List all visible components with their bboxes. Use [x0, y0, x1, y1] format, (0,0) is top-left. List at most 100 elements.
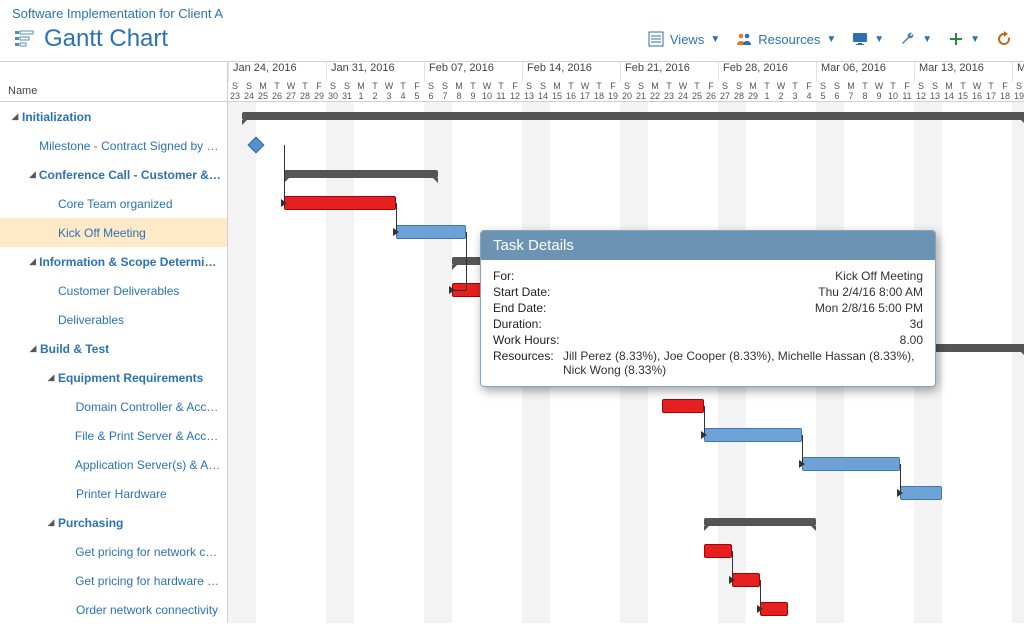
day-cell: T17	[984, 82, 998, 102]
day-cell: S20	[620, 82, 634, 102]
breadcrumb[interactable]: Software Implementation for Client A	[0, 0, 1024, 23]
day-cell: T11	[494, 82, 508, 102]
day-cell: S6	[830, 82, 844, 102]
gantt-summary-bar[interactable]	[242, 112, 1024, 120]
gantt-task-bar[interactable]	[802, 457, 900, 471]
week-label: Jan 24, 2016	[228, 62, 326, 82]
tooltip-end-val: Mon 2/8/16 5:00 PM	[815, 301, 923, 315]
views-label: Views	[670, 32, 704, 47]
gantt-chart-pane[interactable]: Jan 24, 2016Jan 31, 2016Feb 07, 2016Feb …	[228, 62, 1024, 623]
tooltip-title: Task Details	[481, 231, 935, 260]
task-label: Printer Hardware	[76, 487, 167, 501]
task-row[interactable]: ◢Build & Test	[0, 334, 227, 363]
views-menu[interactable]: Views ▼	[648, 31, 720, 47]
task-row[interactable]: ◢Purchasing	[0, 508, 227, 537]
day-cell: S13	[928, 82, 942, 102]
day-cell: T10	[886, 82, 900, 102]
gantt-task-bar[interactable]	[396, 225, 466, 239]
collapse-toggle-icon[interactable]: ◢	[28, 169, 37, 180]
gantt-summary-bar[interactable]	[284, 170, 438, 178]
task-label: Purchasing	[58, 516, 123, 530]
gantt-task-bar[interactable]	[760, 602, 788, 616]
day-cell: M1	[354, 82, 368, 102]
task-row[interactable]: File & Print Server & Accesso...	[0, 421, 227, 450]
day-cell: S13	[522, 82, 536, 102]
day-cell: F18	[998, 82, 1012, 102]
task-row[interactable]: ◢Equipment Requirements	[0, 363, 227, 392]
task-row[interactable]: ◢Initialization	[0, 102, 227, 131]
task-row[interactable]: Domain Controller & Acces...	[0, 392, 227, 421]
day-cell: T2	[368, 82, 382, 102]
day-cell: W17	[578, 82, 592, 102]
refresh-icon	[996, 31, 1012, 47]
task-row[interactable]: Milestone - Contract Signed by Cust...	[0, 131, 227, 160]
day-cell: T15	[956, 82, 970, 102]
tooltip-end-key: End Date:	[493, 301, 546, 315]
day-cell: T8	[858, 82, 872, 102]
gantt-task-bar[interactable]	[284, 196, 396, 210]
day-cell: W27	[284, 82, 298, 102]
day-cell: T1	[760, 82, 774, 102]
task-label: Order network connectivity	[76, 603, 218, 617]
day-cell: W10	[480, 82, 494, 102]
collapse-toggle-icon[interactable]: ◢	[28, 343, 38, 354]
collapse-toggle-icon[interactable]: ◢	[28, 256, 37, 267]
tooltip-start-val: Thu 2/4/16 8:00 AM	[818, 285, 923, 299]
gantt-task-bar[interactable]	[732, 573, 760, 587]
day-cell: F11	[900, 82, 914, 102]
resources-menu[interactable]: Resources ▼	[736, 31, 836, 47]
gantt-task-bar[interactable]	[704, 544, 732, 558]
task-label: Equipment Requirements	[58, 371, 203, 385]
caret-down-icon: ▼	[970, 34, 980, 45]
task-label: Application Server(s) & Acces...	[75, 458, 223, 472]
gantt-summary-bar[interactable]	[704, 518, 816, 526]
tooltip-wh-val: 8.00	[900, 333, 923, 347]
day-cell: S28	[732, 82, 746, 102]
toolbar: Views ▼ Resources ▼ ▼ ▼ ▼	[648, 31, 1012, 47]
task-label: Initialization	[22, 110, 91, 124]
day-cell: T26	[270, 82, 284, 102]
day-cell: S27	[718, 82, 732, 102]
monitor-button[interactable]: ▼	[852, 31, 884, 47]
task-row[interactable]: Printer Hardware	[0, 479, 227, 508]
caret-down-icon: ▼	[922, 34, 932, 45]
day-cell: S14	[536, 82, 550, 102]
day-cell: S23	[228, 82, 242, 102]
refresh-button[interactable]	[996, 31, 1012, 47]
wrench-icon	[900, 31, 916, 47]
collapse-toggle-icon[interactable]: ◢	[10, 111, 20, 122]
day-cell: T16	[564, 82, 578, 102]
task-row[interactable]: Core Team organized	[0, 189, 227, 218]
gantt-task-bar[interactable]	[704, 428, 802, 442]
week-label: Jan 31, 2016	[326, 62, 424, 82]
task-row[interactable]: ◢Conference Call - Customer & Our ...	[0, 160, 227, 189]
tools-menu[interactable]: ▼	[900, 31, 932, 47]
task-row[interactable]: Get pricing for hardware (e.g...	[0, 566, 227, 595]
gantt-task-bar[interactable]	[662, 399, 704, 413]
add-menu[interactable]: ▼	[948, 31, 980, 47]
collapse-toggle-icon[interactable]: ◢	[46, 372, 56, 383]
caret-down-icon: ▼	[710, 34, 720, 45]
task-row[interactable]: Kick Off Meeting	[0, 218, 227, 247]
task-tree[interactable]: ◢Initialization Milestone - Contract Sig…	[0, 102, 227, 623]
resources-label: Resources	[758, 32, 820, 47]
task-row[interactable]: Get pricing for network conn...	[0, 537, 227, 566]
day-cell: M14	[942, 82, 956, 102]
task-row[interactable]: Application Server(s) & Acces...	[0, 450, 227, 479]
task-row[interactable]: Customer Deliverables	[0, 276, 227, 305]
day-cell: F29	[312, 82, 326, 102]
task-row[interactable]: Order network connectivity	[0, 595, 227, 623]
task-label: Conference Call - Customer & Our ...	[39, 168, 223, 182]
task-row[interactable]: ◢Information & Scope Determination	[0, 247, 227, 276]
collapse-toggle-icon[interactable]: ◢	[46, 517, 56, 528]
day-cell: F26	[704, 82, 718, 102]
week-label: Mar 06, 2016	[816, 62, 914, 82]
task-label: Domain Controller & Acces...	[76, 400, 223, 414]
task-label: Information & Scope Determination	[39, 255, 223, 269]
day-cell: S12	[914, 82, 928, 102]
day-cell: M25	[256, 82, 270, 102]
task-row[interactable]: Deliverables	[0, 305, 227, 334]
tooltip-for-val: Kick Off Meeting	[835, 269, 923, 283]
day-cell: S19	[1012, 82, 1024, 102]
gantt-task-bar[interactable]	[900, 486, 942, 500]
